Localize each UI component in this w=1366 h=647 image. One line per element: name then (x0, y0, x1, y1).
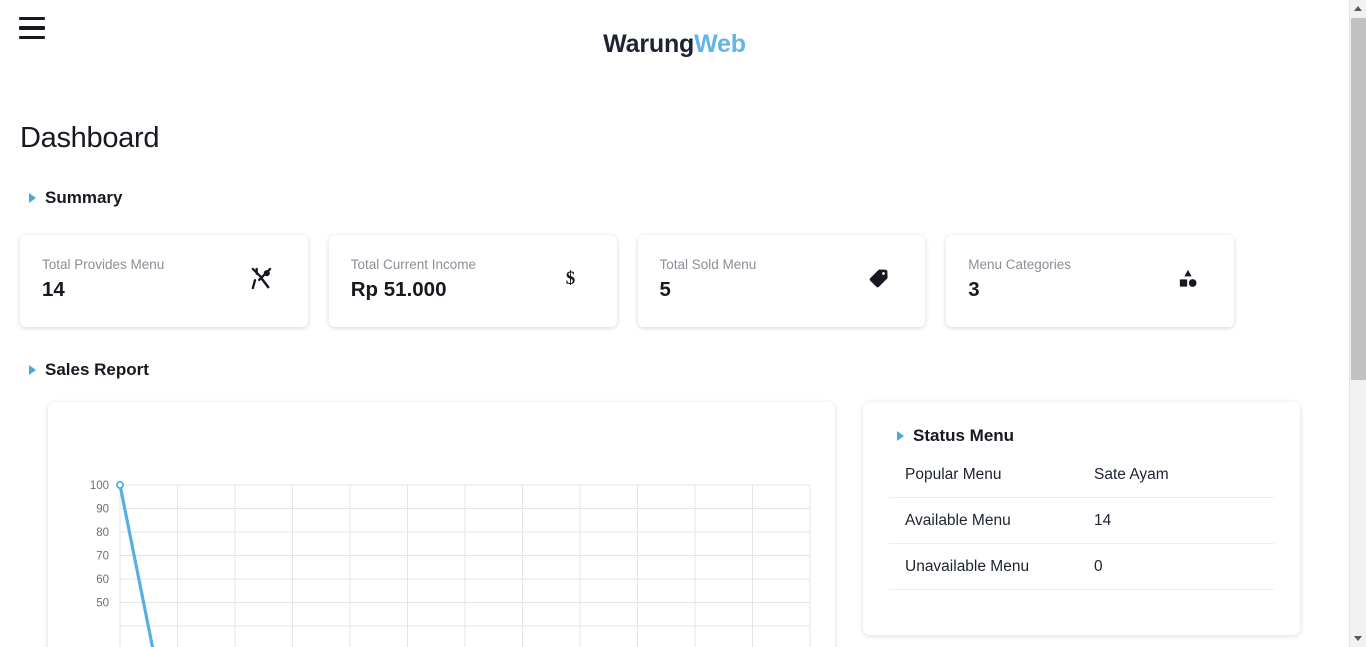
status-menu-card: Status Menu Popular Menu Sate Ayam Avail… (863, 402, 1300, 635)
caret-right-icon (29, 193, 36, 203)
scrollbar-thumb[interactable] (1351, 18, 1366, 380)
scroll-up-icon[interactable] (1350, 0, 1366, 17)
sales-report-chart-card[interactable]: 100 90 80 70 60 50 (48, 402, 835, 647)
top-bar: WarungWeb (0, 0, 1349, 92)
summary-cards: Total Provides Menu 14 Total Current Inc… (20, 235, 1234, 327)
shapes-icon (1176, 265, 1200, 291)
vertical-scrollbar[interactable] (1349, 0, 1366, 647)
status-row-value: 0 (1094, 543, 1274, 590)
svg-text:80: 80 (96, 527, 109, 539)
summary-card-total-current-income[interactable]: Total Current Income Rp 51.000 $ (328, 235, 617, 327)
scroll-down-icon[interactable] (1350, 630, 1366, 647)
status-row-label: Unavailable Menu (889, 543, 1094, 590)
brand-primary-text: Warung (603, 30, 695, 58)
tag-icon (867, 265, 891, 291)
caret-right-icon (29, 365, 36, 375)
svg-text:100: 100 (90, 480, 109, 492)
svg-text:70: 70 (96, 551, 109, 563)
utensils-crossed-icon (250, 265, 274, 291)
dashboard-page: WarungWeb Dashboard Summary Total Provid… (0, 0, 1366, 647)
section-heading-status-menu: Status Menu (897, 426, 1274, 446)
status-row-label: Popular Menu (889, 452, 1094, 498)
svg-text:60: 60 (96, 574, 109, 586)
svg-text:90: 90 (96, 504, 109, 516)
page-title: Dashboard (20, 122, 160, 154)
section-heading-summary: Summary (29, 188, 122, 208)
table-row: Unavailable Menu 0 (889, 543, 1274, 590)
status-menu-table: Popular Menu Sate Ayam Available Menu 14… (889, 452, 1274, 590)
brand-logo[interactable]: WarungWeb (0, 32, 1349, 57)
section-heading-sales-report: Sales Report (29, 360, 149, 380)
status-row-value: Sate Ayam (1094, 452, 1274, 498)
status-row-label: Available Menu (889, 497, 1094, 544)
table-row: Available Menu 14 (889, 497, 1274, 544)
svg-text:50: 50 (96, 598, 109, 610)
section-heading-summary-label: Summary (45, 188, 123, 207)
hamburger-bar (19, 26, 45, 30)
brand-accent-text: Web (694, 30, 746, 58)
status-row-value: 14 (1094, 497, 1274, 544)
summary-card-menu-categories[interactable]: Menu Categories 3 (946, 235, 1234, 327)
summary-card-total-provides-menu[interactable]: Total Provides Menu 14 (20, 235, 308, 327)
summary-card-total-sold-menu[interactable]: Total Sold Menu 5 (637, 235, 926, 327)
section-heading-status-menu-label: Status Menu (913, 426, 1015, 445)
table-row: Popular Menu Sate Ayam (889, 452, 1274, 498)
sales-line-chart: 100 90 80 70 60 50 (90, 480, 811, 647)
section-heading-sales-report-label: Sales Report (45, 360, 149, 379)
dollar-glyph: $ (565, 267, 576, 289)
dollar-sign-icon: $ (559, 265, 583, 291)
caret-right-icon (897, 431, 904, 441)
hamburger-bar (19, 17, 45, 21)
